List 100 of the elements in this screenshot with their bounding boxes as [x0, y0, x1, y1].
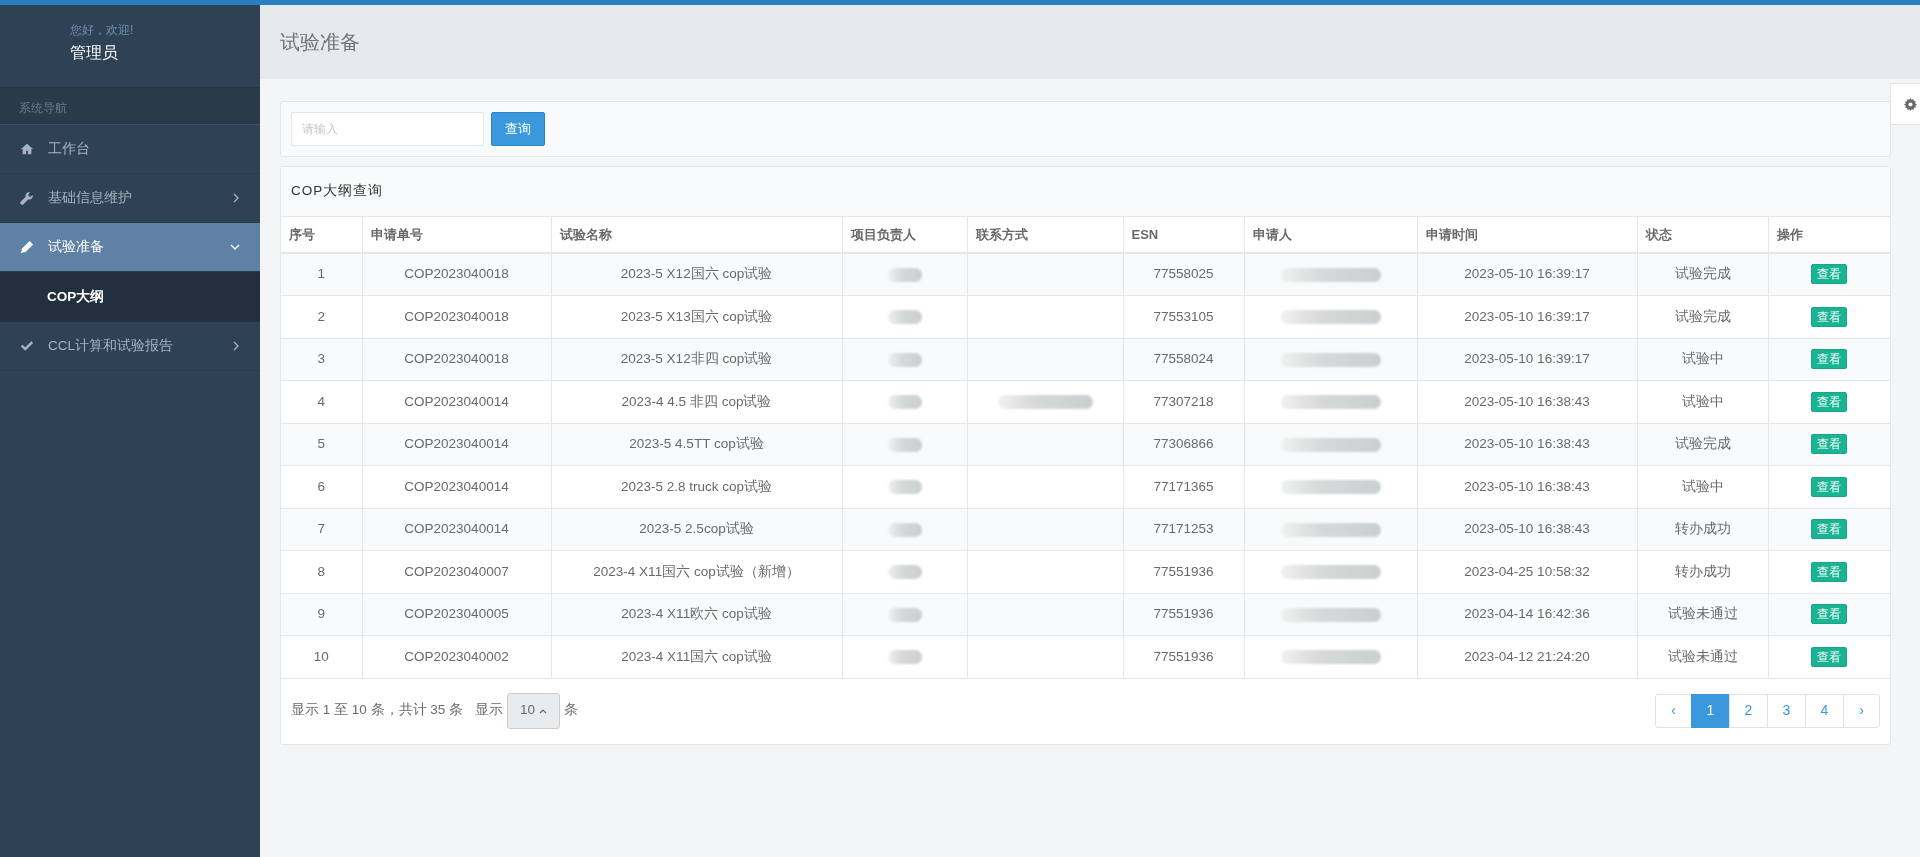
sidebar-subitem[interactable]: COP大纲: [0, 272, 260, 322]
sidebar-item[interactable]: 试验准备: [0, 223, 260, 272]
table-cell: 2023-04-25 10:58:32: [1417, 550, 1637, 593]
table-cell: 77553105: [1123, 295, 1244, 338]
table-cell: 试验中: [1637, 465, 1768, 508]
table-cell: 4: [281, 380, 362, 423]
table-cell: COP2023040014: [362, 380, 551, 423]
view-button[interactable]: 查看: [1811, 604, 1848, 625]
table-cell: 2023-5 4.5TT cop试验: [551, 423, 842, 466]
search-button[interactable]: 查询: [491, 112, 545, 146]
table-cell: 2023-4 4.5 非四 cop试验: [551, 380, 842, 423]
page-size-dropdown[interactable]: 10: [507, 692, 561, 729]
table-cell: 77558025: [1123, 253, 1244, 296]
view-button[interactable]: 查看: [1811, 476, 1848, 497]
redacted-blur: [887, 565, 922, 580]
redacted-blur: [887, 437, 922, 452]
table-cell: 77306866: [1123, 423, 1244, 466]
table-cell: 77551936: [1123, 550, 1244, 593]
table-cell: COP2023040018: [362, 338, 551, 381]
redacted-blur: [887, 650, 922, 665]
table-cell: 转办成功: [1637, 508, 1768, 551]
redacted-blur: [887, 352, 922, 367]
table-cell: 77171253: [1123, 508, 1244, 551]
page-link[interactable]: ‹: [1655, 693, 1692, 728]
view-button[interactable]: 查看: [1811, 434, 1848, 455]
table-cell: COP2023040014: [362, 508, 551, 551]
table-cell: 77551936: [1123, 593, 1244, 636]
table-cell: COP2023040018: [362, 253, 551, 296]
chevron-right-icon: [232, 193, 240, 203]
page-link[interactable]: 3: [1767, 693, 1806, 728]
greeting-text: 您好，欢迎!: [70, 22, 135, 39]
settings-icon: [1903, 97, 1917, 111]
table-cell: 2023-4 X11欧六 cop试验: [551, 593, 842, 636]
table-cell: 2023-05-10 16:38:43: [1417, 423, 1637, 466]
table-cell: 2: [281, 295, 362, 338]
view-button[interactable]: 查看: [1811, 519, 1848, 540]
table-cell: 试验完成: [1637, 295, 1768, 338]
page-link[interactable]: 1: [1691, 693, 1730, 728]
table-cell: 2023-5 X13国六 cop试验: [551, 295, 842, 338]
table-cell: 77171365: [1123, 465, 1244, 508]
table-cell: 2023-4 X11国六 cop试验（新增）: [551, 550, 842, 593]
table-cell: COP2023040014: [362, 465, 551, 508]
view-button[interactable]: 查看: [1811, 349, 1848, 370]
pencil-icon: [20, 240, 34, 254]
table-cell: 2023-05-10 16:38:43: [1417, 465, 1637, 508]
page-link[interactable]: 4: [1805, 693, 1844, 728]
view-button[interactable]: 查看: [1811, 391, 1848, 412]
sidebar-item[interactable]: 工作台: [0, 125, 260, 174]
table-cell: 2023-5 2.8 truck cop试验: [551, 465, 842, 508]
table-cell: 转办成功: [1637, 550, 1768, 593]
table-cell: 2023-05-10 16:38:43: [1417, 508, 1637, 551]
check-icon: [20, 339, 34, 353]
view-button[interactable]: 查看: [1811, 646, 1848, 667]
table-cell: 9: [281, 593, 362, 636]
table-cell: 77558024: [1123, 338, 1244, 381]
sidebar-item[interactable]: CCL计算和试验报告: [0, 322, 260, 371]
table-cell: 8: [281, 550, 362, 593]
table-cell: COP2023040002: [362, 635, 551, 678]
table-cell: COP2023040018: [362, 295, 551, 338]
view-button[interactable]: 查看: [1811, 561, 1848, 582]
redacted-blur: [887, 395, 922, 410]
wrench-icon: [20, 191, 34, 205]
table-cell: 2023-5 2.5cop试验: [551, 508, 842, 551]
record-summary: 显示 1 至 10 条，共计 35 条: [291, 701, 464, 720]
table-cell: 试验完成: [1637, 423, 1768, 466]
nav-section-header: 系统导航: [0, 87, 260, 125]
page-link[interactable]: ›: [1843, 693, 1880, 728]
table-cell: 试验未通过: [1637, 635, 1768, 678]
redacted-blur: [887, 310, 922, 325]
redacted-blur: [887, 267, 922, 282]
table-cell: 试验中: [1637, 380, 1768, 423]
table-cell: 6: [281, 465, 362, 508]
unit-label: 条: [564, 701, 579, 720]
show-label: 显示: [475, 701, 504, 720]
table-cell: 3: [281, 338, 362, 381]
table-cell: 77551936: [1123, 635, 1244, 678]
table-cell: 2023-05-10 16:39:17: [1417, 253, 1637, 296]
table-cell: 2023-04-12 21:24:20: [1417, 635, 1637, 678]
table-cell: 7: [281, 508, 362, 551]
table-cell: COP2023040007: [362, 550, 551, 593]
table-cell: 2023-4 X11国六 cop试验: [551, 635, 842, 678]
redacted-blur: [887, 522, 922, 537]
table-cell: 77307218: [1123, 380, 1244, 423]
table-cell: 2023-5 X12国六 cop试验: [551, 253, 842, 296]
settings-button[interactable]: [1890, 83, 1920, 125]
table-cell: 1: [281, 253, 362, 296]
view-button[interactable]: 查看: [1811, 264, 1848, 285]
table-cell: 10: [281, 635, 362, 678]
view-button[interactable]: 查看: [1811, 306, 1848, 327]
home-icon: [20, 142, 34, 156]
table-cell: 试验未通过: [1637, 593, 1768, 636]
table-cell: 2023-05-10 16:39:17: [1417, 295, 1637, 338]
panel-title: COP大纲查询: [281, 167, 1890, 217]
caret-up-icon: [539, 707, 548, 714]
page-link[interactable]: 2: [1729, 693, 1768, 728]
table-cell: 2023-05-10 16:38:43: [1417, 380, 1637, 423]
redacted-blur: [887, 607, 922, 622]
table-cell: 试验完成: [1637, 253, 1768, 296]
table-cell: COP2023040014: [362, 423, 551, 466]
page-title: 试验准备: [280, 30, 360, 55]
